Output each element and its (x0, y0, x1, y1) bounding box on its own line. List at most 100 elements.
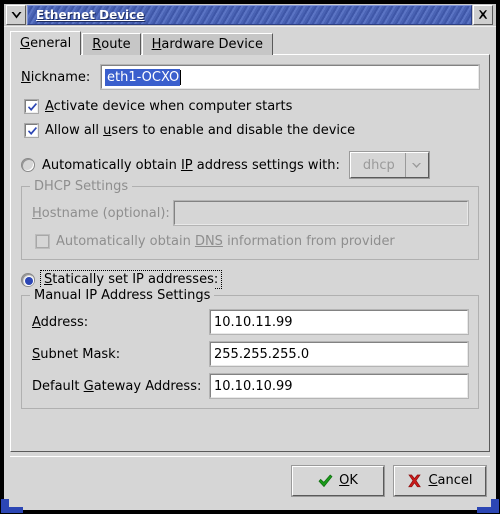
ok-button-mnemonic: O (339, 473, 350, 488)
tab-general[interactable]: General (10, 31, 82, 55)
window-title: Ethernet Device (36, 8, 145, 22)
nickname-row: Nickname: eth1-OCXO (21, 64, 480, 90)
auto-dns-label: Automatically obtain DNS information fro… (56, 234, 395, 249)
activate-device-mnemonic: A (45, 99, 54, 114)
hostname-row: Hostname (optional): (32, 200, 469, 226)
nickname-label-mnemonic: N (21, 69, 31, 85)
action-area: OK Cancel (10, 456, 490, 504)
static-ip-label: Statically set IP addresses: (39, 270, 223, 289)
window-menu-button[interactable] (6, 5, 26, 25)
hostname-label-text: ostname (optional): (41, 205, 170, 221)
cancel-button-label: Cancel (428, 473, 472, 488)
default-gateway-label-pre: Default (32, 378, 84, 394)
allow-users-checkbox[interactable] (24, 123, 39, 138)
check-icon (318, 474, 333, 488)
tab-route[interactable]: Route (82, 33, 141, 55)
allow-users-checkbox-row[interactable]: Allow all users to enable and disable th… (21, 123, 479, 138)
activate-device-checkbox[interactable] (24, 99, 39, 114)
subnet-mask-input[interactable]: 255.255.255.0 (209, 341, 469, 367)
hostname-label: Hostname (optional): (32, 206, 174, 221)
activate-device-checkbox-row[interactable]: Activate device when computer starts (21, 99, 479, 114)
address-input-value: 10.10.11.99 (214, 314, 293, 330)
address-input[interactable]: 10.10.11.99 (209, 309, 469, 335)
x-icon (407, 474, 422, 488)
activate-device-label: Activate device when computer starts (45, 99, 292, 114)
auto-ip-text: address settings with: (192, 157, 340, 173)
tab-general-label: eneral (30, 36, 72, 51)
manual-ip-settings-group: Manual IP Address Settings Address: 10.1… (21, 288, 479, 409)
default-gateway-row: Default Gateway Address: 10.10.10.99 (32, 373, 469, 399)
address-row: Address: 10.10.11.99 (32, 309, 469, 335)
default-gateway-input-value: 10.10.10.99 (214, 378, 293, 394)
window-frame: Ethernet Device General Route H ardware … (3, 3, 497, 511)
protocol-select-value: dhcp (362, 157, 395, 173)
ok-button-text: K (349, 473, 358, 488)
hostname-label-mnemonic: H (32, 205, 42, 221)
subnet-mask-label: Subnet Mask: (32, 347, 210, 362)
cancel-button-mnemonic: C (428, 473, 438, 488)
hostname-input (173, 200, 469, 226)
protocol-select[interactable]: dhcp (348, 151, 430, 179)
check-mark-icon (28, 127, 37, 135)
cancel-button[interactable]: Cancel (393, 464, 487, 497)
titlebar: Ethernet Device (4, 4, 496, 26)
close-button[interactable] (473, 5, 493, 25)
chevron-down-icon (10, 11, 23, 20)
close-icon (477, 9, 489, 21)
text-caret (180, 69, 182, 85)
subnet-mask-label-text: ubnet Mask: (40, 346, 121, 362)
address-label-mnemonic: A (32, 314, 41, 330)
tab-hardware-device-mnemonic: H (151, 37, 162, 52)
resize-grip-bottom-right[interactable] (477, 499, 499, 513)
allow-users-pre: Allow all (45, 123, 104, 138)
static-ip-radio-row[interactable]: Statically set IP addresses: (21, 270, 479, 289)
dhcp-settings-group: DHCP Settings Hostname (optional): Autom… (21, 179, 479, 260)
subnet-mask-input-value: 255.255.255.0 (214, 346, 310, 362)
address-label: Address: (32, 315, 210, 330)
nickname-input-value: eth1-OCXO (105, 68, 181, 86)
auto-dns-pre: Automatically obtain (56, 234, 195, 249)
auto-ip-radio[interactable] (21, 158, 35, 172)
allow-users-label: Allow all users to enable and disable th… (45, 123, 355, 138)
dialog-body: General Route Hardware Device Nickname: (4, 26, 496, 510)
tab-route-label: oute (101, 37, 131, 52)
notebook: General Route Hardware Device Nickname: (10, 31, 490, 452)
static-ip-radio[interactable] (21, 272, 35, 287)
titlebar-title-area[interactable]: Ethernet Device (27, 5, 472, 25)
auto-ip-mnemonic: IP (180, 157, 193, 173)
allow-users-text: sers to enable and disable the device (111, 123, 356, 138)
nickname-input[interactable]: eth1-OCXO (100, 64, 480, 90)
tab-hardware-device[interactable]: Hardware Device (141, 33, 273, 55)
tab-panel-general: Nickname: eth1-OCXO Activate device when… (10, 54, 490, 452)
check-mark-icon (28, 103, 37, 111)
tab-hardware-device-label: ardware Device (161, 37, 263, 52)
auto-dns-mnemonic: DNS (194, 234, 223, 249)
auto-ip-label: Automatically obtain IP address settings… (42, 158, 340, 173)
nickname-label: Nickname: (21, 70, 101, 85)
nickname-label-text: ickname: (30, 69, 91, 85)
tab-strip: General Route Hardware Device (10, 31, 490, 55)
ok-button[interactable]: OK (291, 464, 385, 497)
auto-ip-pre: Automatically obtain (42, 157, 181, 173)
tab-route-mnemonic: R (92, 37, 102, 52)
default-gateway-label-mnemonic: G (83, 378, 94, 394)
address-label-text: ddress: (40, 314, 89, 330)
cancel-button-text: ancel (437, 473, 473, 488)
default-gateway-label: Default Gateway Address: (32, 379, 210, 394)
resize-grip-bottom-left[interactable] (1, 499, 23, 513)
default-gateway-input[interactable]: 10.10.10.99 (209, 373, 469, 399)
auto-dns-checkbox (35, 234, 50, 249)
static-ip-text: tatically set IP addresses: (52, 272, 219, 287)
ok-button-label: OK (339, 473, 358, 488)
auto-dns-text: information from provider (222, 234, 395, 249)
ethernet-device-window: Ethernet Device General Route H ardware … (0, 0, 500, 514)
tab-general-mnemonic: G (20, 36, 31, 51)
auto-dns-checkbox-row: Automatically obtain DNS information fro… (32, 234, 468, 249)
subnet-mask-row: Subnet Mask: 255.255.255.0 (32, 341, 469, 367)
dhcp-settings-group-title: DHCP Settings (30, 179, 133, 194)
default-gateway-label-text: ateway Address: (93, 378, 202, 394)
auto-ip-radio-row[interactable]: Automatically obtain IP address settings… (21, 151, 479, 179)
manual-ip-settings-group-title: Manual IP Address Settings (30, 288, 215, 303)
chevron-down-icon (406, 162, 428, 169)
activate-device-text: ctivate device when computer starts (53, 99, 293, 114)
